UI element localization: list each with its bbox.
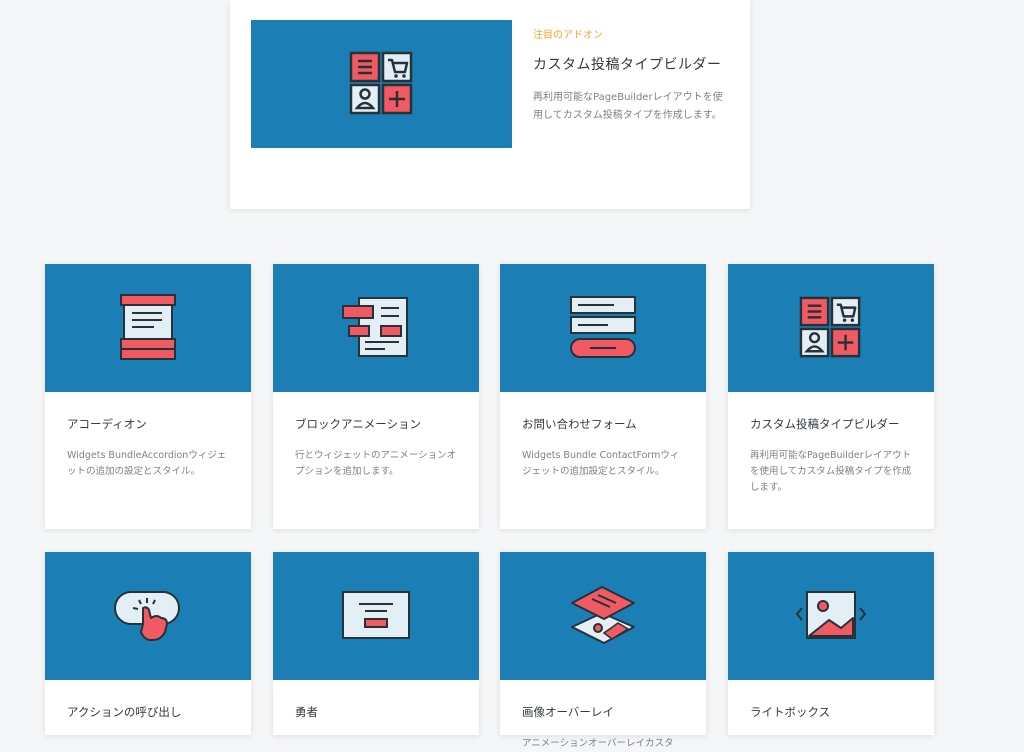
addon-card-banner	[728, 552, 934, 680]
addon-card-banner	[273, 264, 479, 392]
image-overlay-icon	[571, 586, 635, 644]
addon-card-accordion[interactable]: アコーディオン Widgets BundleAccordionウィジェットの追加…	[45, 264, 251, 529]
addon-card-title[interactable]: 勇者	[295, 704, 457, 720]
addon-card-description: アニメーションオーバーレイカスタ	[522, 738, 674, 749]
addon-card-description: 再利用可能なPageBuilderレイアウトを使用してカスタム投稿タイプを作成し…	[750, 450, 912, 493]
featured-addon-banner	[251, 20, 512, 148]
addon-card-title[interactable]: ブロックアニメーション	[295, 416, 457, 432]
addon-card-hero[interactable]: 勇者	[273, 552, 479, 735]
addon-card-banner	[500, 552, 706, 680]
post-type-builder-icon	[799, 296, 861, 358]
addon-card-banner	[273, 552, 479, 680]
addon-card-banner	[45, 264, 251, 392]
featured-tag: 注目のアドオン	[533, 30, 603, 41]
addon-card-contact-form[interactable]: お問い合わせフォーム Widgets Bundle ContactFormウィジ…	[500, 264, 706, 529]
post-type-builder-icon	[349, 51, 412, 115]
addon-card-block-animation[interactable]: ブロックアニメーション 行とウィジェットのアニメーションオプションを追加します。	[273, 264, 479, 529]
addon-card-title[interactable]: アコーディオン	[67, 416, 229, 432]
addon-card-banner	[45, 552, 251, 680]
addon-card-description: 行とウィジェットのアニメーションオプションを追加します。	[295, 450, 457, 477]
block-animation-icon	[342, 297, 408, 357]
addon-card-title[interactable]: アクションの呼び出し	[67, 704, 229, 720]
addon-card-description: Widgets BundleAccordionウィジェットの追加の設定とスタイル…	[67, 450, 227, 477]
lightbox-icon	[795, 591, 867, 639]
addon-card-title[interactable]: お問い合わせフォーム	[522, 416, 684, 432]
featured-description: 再利用可能なPageBuilderレイアウトを使用してカスタム投稿タイプを作成し…	[533, 92, 723, 121]
contact-form-icon	[570, 296, 636, 358]
hero-icon	[342, 591, 410, 639]
addon-card-banner	[500, 264, 706, 392]
addon-card-description: Widgets Bundle ContactFormウィジェットの追加設定とスタ…	[522, 450, 680, 477]
accordion-icon	[120, 294, 176, 360]
addon-card-title[interactable]: ライトボックス	[750, 704, 912, 720]
addon-card-call-to-action[interactable]: アクションの呼び出し	[45, 552, 251, 735]
addon-card-title[interactable]: 画像オーバーレイ	[522, 704, 684, 720]
addon-card-lightbox[interactable]: ライトボックス	[728, 552, 934, 735]
addon-card-banner	[728, 264, 934, 392]
addon-card-title[interactable]: カスタム投稿タイプビルダー	[750, 416, 912, 432]
addon-card-image-overlay[interactable]: 画像オーバーレイ アニメーションオーバーレイカスタ	[500, 552, 706, 749]
addon-card-post-type-builder[interactable]: カスタム投稿タイプビルダー 再利用可能なPageBuilderレイアウトを使用し…	[728, 264, 934, 529]
featured-addon-card[interactable]: 注目のアドオン カスタム投稿タイプビルダー 再利用可能なPageBuilderレ…	[230, 0, 750, 209]
featured-title[interactable]: カスタム投稿タイプビルダー	[533, 55, 723, 75]
call-to-action-icon	[114, 591, 180, 641]
